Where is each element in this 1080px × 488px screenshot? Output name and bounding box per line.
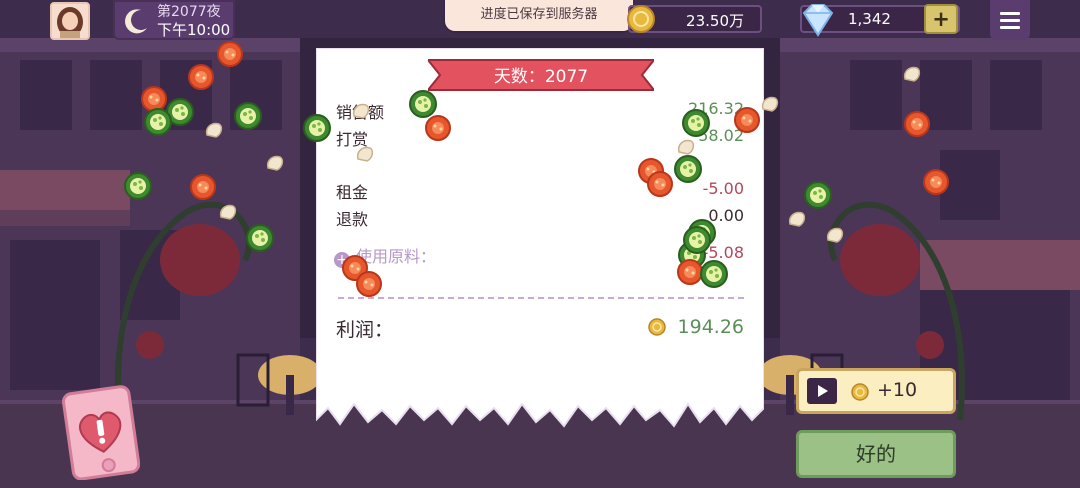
- gem-amount: 1,342: [848, 10, 891, 28]
- clock-time: 下午10:00: [157, 21, 231, 39]
- ingredients-value: -5.08: [702, 243, 744, 262]
- moon-icon: [125, 9, 147, 34]
- coin-balance: 23.50万: [627, 5, 762, 33]
- day-time-panel: 第2077夜 下午10:00: [113, 0, 235, 40]
- coin-icon: [627, 5, 655, 33]
- coin-icon: [648, 318, 666, 336]
- avatar-icon: [52, 4, 88, 38]
- ingredients-expand-toggle[interactable]: + 使用原料：: [334, 243, 436, 268]
- tips-value: 58.02: [698, 126, 744, 145]
- night-count: 第2077夜: [157, 4, 221, 20]
- refund-label: 退款: [336, 210, 369, 229]
- coin-icon: [851, 383, 869, 401]
- player-avatar[interactable]: [50, 2, 90, 40]
- rent-label: 租金: [336, 183, 369, 202]
- refund-value: 0.00: [708, 206, 744, 225]
- plus-icon: +: [932, 7, 950, 31]
- video-play-icon: [807, 378, 837, 404]
- ingredients-label: 使用原料：: [356, 247, 437, 266]
- save-toast: 进度已保存到服务器: [445, 0, 633, 31]
- diamond-icon: [802, 4, 834, 37]
- sales-value: 216.32: [688, 99, 744, 118]
- coin-amount: 23.50万: [686, 12, 744, 30]
- plus-circle-icon: +: [334, 252, 350, 268]
- profit-value: 194.26: [677, 316, 744, 338]
- day-banner: [428, 59, 654, 91]
- game-scene: 第2077夜 下午10:00 进度已保存到服务器 23.50万 1,342 + …: [0, 0, 1080, 488]
- rent-value: -5.00: [702, 179, 744, 198]
- ad-reward-amount: +10: [877, 379, 918, 401]
- receipt-divider: [338, 297, 744, 299]
- profit-label: 利润：: [336, 319, 394, 341]
- menu-button[interactable]: [990, 0, 1030, 40]
- alert-card-button[interactable]: [60, 384, 140, 480]
- sales-label: 销售额: [336, 103, 385, 122]
- ok-button[interactable]: 好的: [796, 430, 956, 478]
- tips-label: 打赏: [336, 130, 369, 149]
- watch-ad-button[interactable]: +10: [796, 368, 956, 414]
- add-gems-button[interactable]: +: [924, 4, 958, 34]
